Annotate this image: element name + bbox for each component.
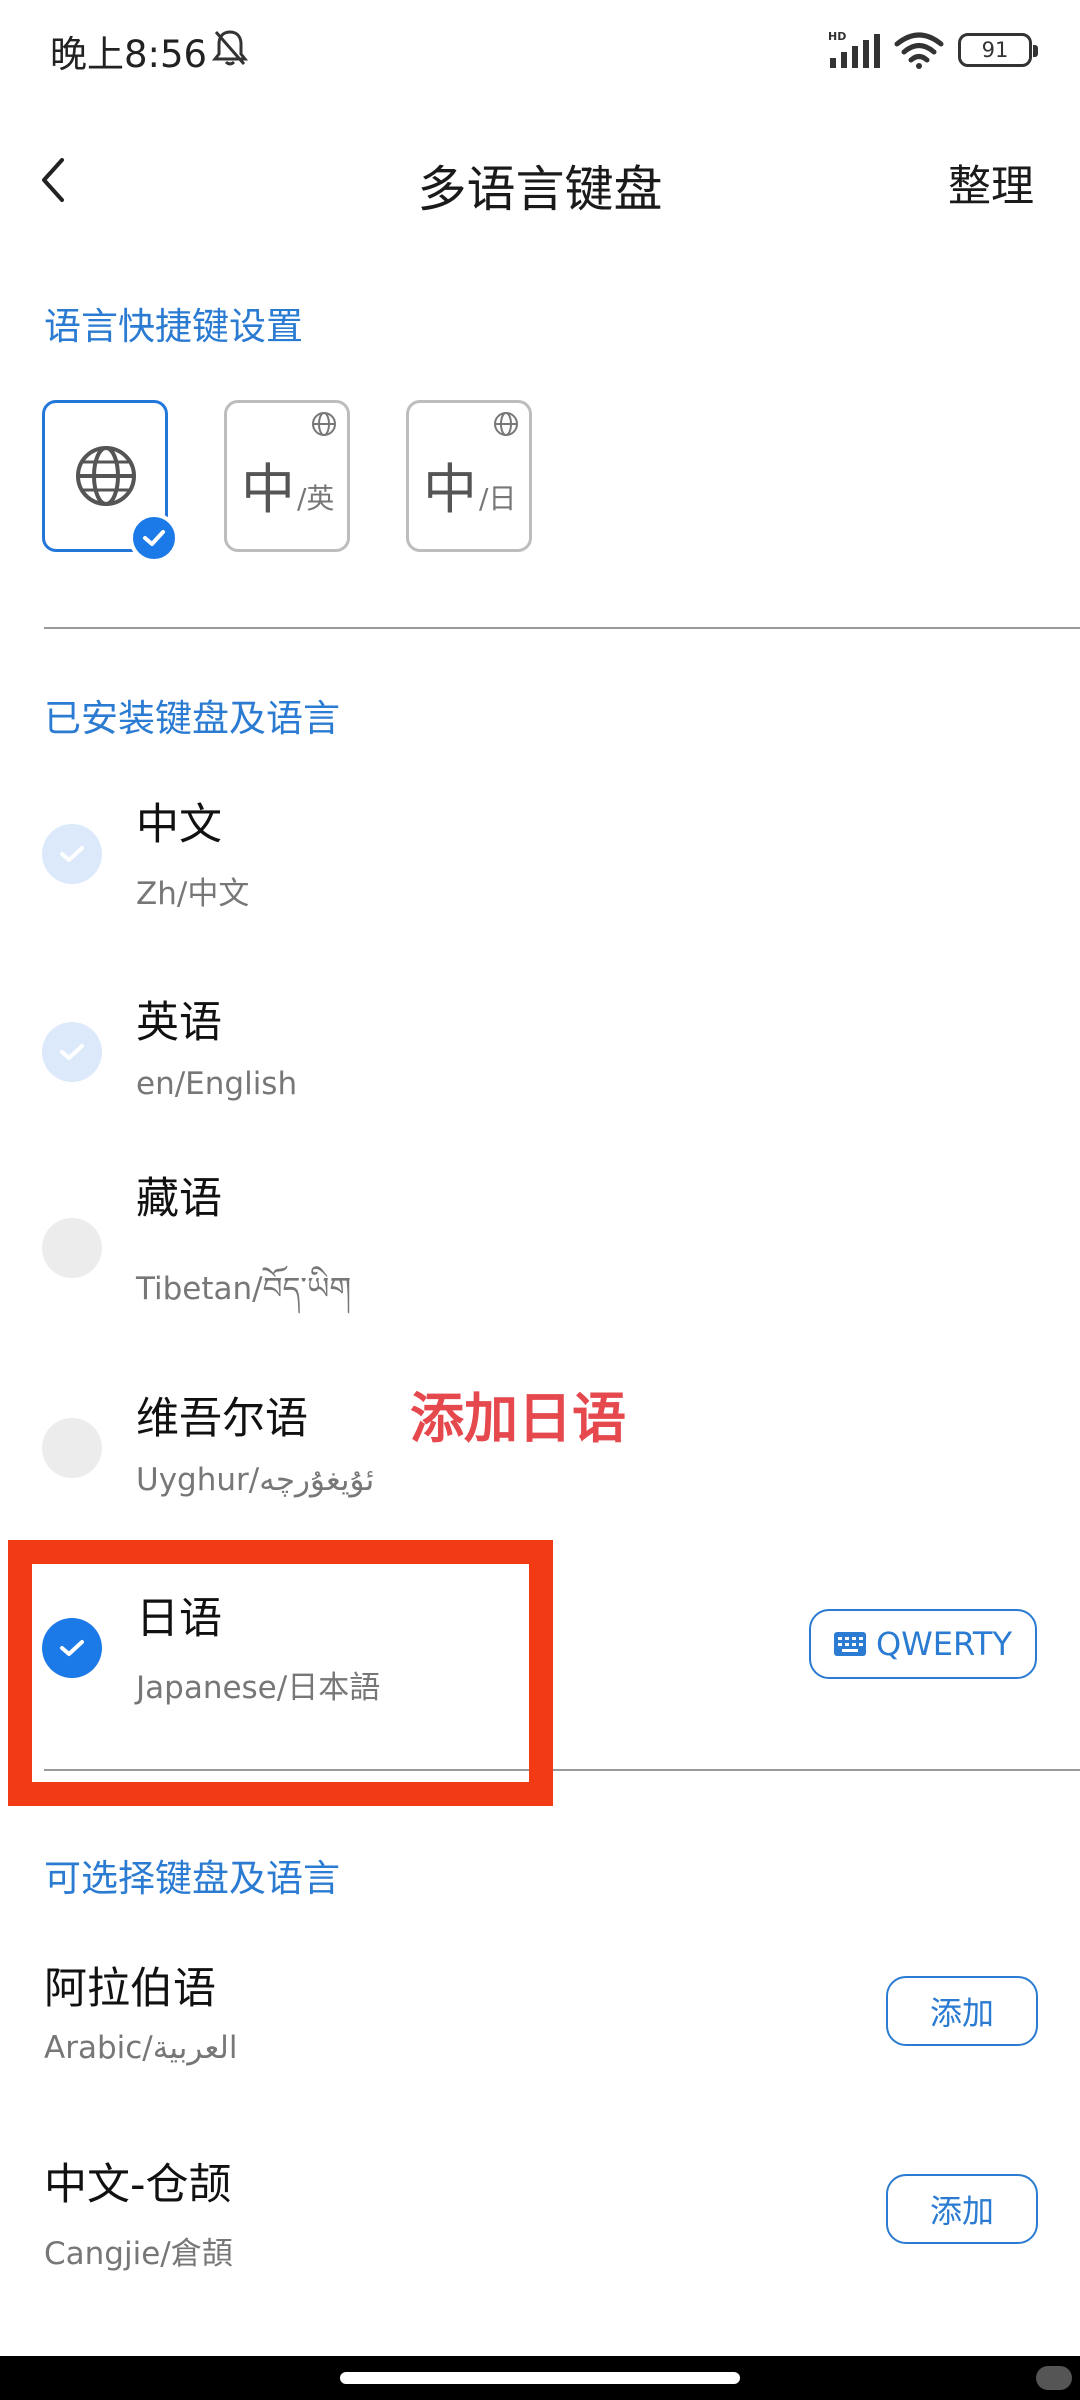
checkbox-disabled-checked xyxy=(42,1022,102,1082)
available-section-title: 可选择键盘及语言 xyxy=(44,1857,340,1900)
add-cangjie-button[interactable]: 添加 xyxy=(886,2174,1038,2244)
lang-name: 藏语 xyxy=(136,1174,222,1224)
installed-item-tibetan[interactable]: 藏语 Tibetan/བོད་ཡིག xyxy=(0,1164,1080,1324)
title-bar: 多语言键盘 整理 xyxy=(0,130,1080,230)
lang-name: 维吾尔语 xyxy=(136,1394,308,1444)
shortcut-zh-en-option[interactable]: 中/英 xyxy=(224,400,350,552)
checkbox-unchecked[interactable] xyxy=(42,1218,102,1278)
lang-sub: Tibetan/བོད་ཡིག xyxy=(136,1271,352,1307)
status-indicators: HD 91 xyxy=(828,28,1038,72)
shortcut-options: 中/英 中/日 xyxy=(42,400,532,563)
lang-sub: Cangjie/倉頡 xyxy=(44,2236,233,2272)
status-bar: 晚上8:56 HD 91 xyxy=(0,0,1080,100)
installed-item-english[interactable]: 英语 en/English xyxy=(0,968,1080,1128)
add-arabic-button[interactable]: 添加 xyxy=(886,1976,1038,2046)
lang-name: 中文-仓颉 xyxy=(44,2160,232,2210)
battery-level: 91 xyxy=(981,38,1009,62)
globe-icon xyxy=(494,412,518,436)
annotation-label: 添加日语 xyxy=(410,1387,626,1450)
corner-mark xyxy=(1036,2366,1072,2390)
bell-off-icon xyxy=(212,30,248,66)
globe-icon xyxy=(312,412,336,436)
keyboard-icon xyxy=(833,1632,866,1656)
shortcut-zh-en-label: 中/英 xyxy=(241,458,335,521)
signal-icon: HD xyxy=(828,30,880,68)
lang-name: 英语 xyxy=(136,998,222,1048)
lang-name: 中文 xyxy=(136,800,222,850)
divider xyxy=(44,627,1080,629)
installed-item-chinese[interactable]: 中文 Zh/中文 xyxy=(0,770,1080,930)
home-indicator[interactable] xyxy=(340,2372,740,2384)
qwerty-label: QWERTY xyxy=(875,1625,1013,1663)
network-label: HD xyxy=(828,30,846,43)
selected-check-icon xyxy=(129,513,179,563)
wifi-icon xyxy=(894,32,944,69)
navigation-bar xyxy=(0,2356,1080,2400)
shortcut-zh-ja-option[interactable]: 中/日 xyxy=(406,400,532,552)
status-time: 晚上8:56 xyxy=(50,33,208,76)
lang-name: 阿拉伯语 xyxy=(44,1964,216,2014)
qwerty-layout-button[interactable]: QWERTY xyxy=(809,1609,1037,1679)
lang-sub: Uyghur/ئۇيغۇرچە xyxy=(136,1462,375,1498)
globe-icon xyxy=(76,446,136,506)
shortcut-zh-ja-label: 中/日 xyxy=(423,458,517,521)
shortcut-section-title: 语言快捷键设置 xyxy=(44,305,303,348)
lang-sub: en/English xyxy=(136,1066,298,1102)
shortcut-globe-option[interactable] xyxy=(42,400,179,563)
lang-sub: Zh/中文 xyxy=(136,876,250,912)
lang-sub: Arabic/العربية xyxy=(44,2030,238,2066)
battery-icon: 91 xyxy=(958,33,1038,67)
checkbox-unchecked[interactable] xyxy=(42,1418,102,1478)
organize-button[interactable]: 整理 xyxy=(948,152,1034,214)
installed-section-title: 已安装键盘及语言 xyxy=(44,697,340,740)
annotation-highlight-box xyxy=(8,1540,553,1806)
checkbox-disabled-checked xyxy=(42,824,102,884)
page-title: 多语言键盘 xyxy=(417,161,663,218)
